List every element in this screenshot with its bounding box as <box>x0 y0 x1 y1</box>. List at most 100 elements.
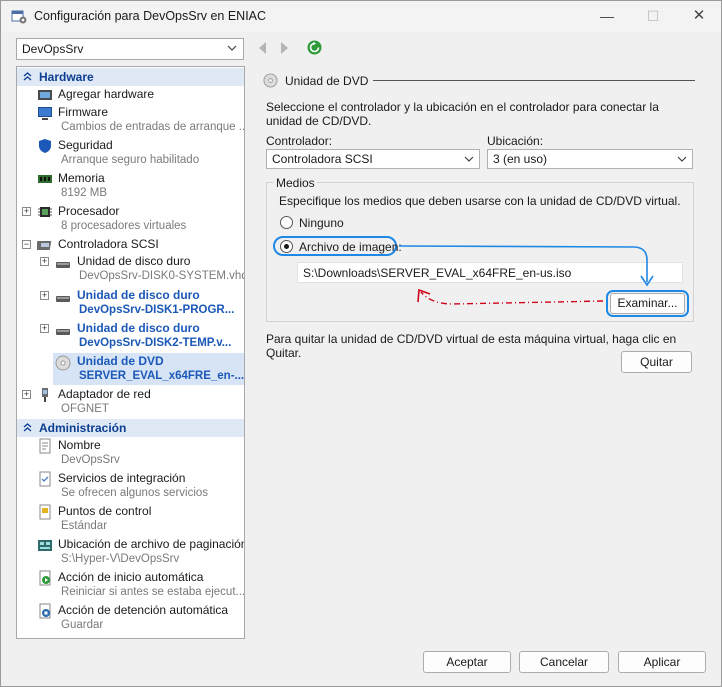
tree-item-detail: SERVER_EVAL_x64FRE_en-... <box>79 370 245 382</box>
location-label: Ubicación: <box>487 134 544 148</box>
hard-disk-icon <box>56 329 70 335</box>
processor-icon <box>38 207 52 217</box>
chevron-down-icon <box>227 45 237 51</box>
chevron-down-icon <box>464 156 474 162</box>
scsi-controller-icon <box>37 241 52 250</box>
media-legend: Medios <box>274 176 317 190</box>
expand-icon[interactable]: + <box>40 291 49 300</box>
chevron-down-icon <box>677 156 687 162</box>
tree-item-firmware[interactable]: Firmware Cambios de entradas de arranque… <box>17 104 244 134</box>
firmware-icon <box>38 107 52 120</box>
tree-item-label: Puntos de control <box>58 504 152 518</box>
tree-item-detail: 8192 MB <box>61 187 108 199</box>
tree-item-label: Ubicación de archivo de paginación ... <box>58 537 245 551</box>
radio-image-file-label[interactable]: Archivo de imagen: <box>299 240 402 254</box>
tree-item-label: Memoria <box>58 171 105 185</box>
tree-item-paging-file-location[interactable]: Ubicación de archivo de paginación ... S… <box>17 536 244 566</box>
tree-item-processor[interactable]: + Procesador 8 procesadores virtuales <box>17 203 244 233</box>
collapse-icon[interactable]: − <box>22 240 31 249</box>
radio-none[interactable] <box>280 216 293 229</box>
cancel-button[interactable]: Cancelar <box>519 651 609 673</box>
group-divider <box>373 80 695 81</box>
accept-button[interactable]: Aceptar <box>423 651 511 673</box>
tree-item-label: Controladora SCSI <box>58 237 159 251</box>
tree-item-dvd-drive[interactable]: Unidad de DVD SERVER_EVAL_x64FRE_en-... <box>53 353 244 385</box>
tree-item-integration-services[interactable]: Servicios de integración Se ofrecen algu… <box>17 470 244 500</box>
vm-select[interactable]: DevOpsSrv <box>16 38 244 60</box>
tree-item-detail: Cambios de entradas de arranque ... <box>61 121 245 133</box>
collapse-icon[interactable] <box>22 71 33 82</box>
dvd-disc-icon <box>55 355 71 371</box>
media-description: Especifique los medios que deben usarse … <box>279 194 681 208</box>
memory-icon <box>38 175 52 183</box>
dvd-disc-icon <box>263 73 278 88</box>
window-title: Configuración para DevOpsSrv en ENIAC <box>34 9 267 23</box>
radio-none-label[interactable]: Ninguno <box>299 216 344 230</box>
tree-item-label: Firmware <box>58 105 108 119</box>
tree-item-label: Seguridad <box>58 138 113 152</box>
admin-section-header[interactable]: Administración <box>17 419 244 437</box>
browse-button[interactable]: Examinar... <box>610 293 685 314</box>
controller-label: Controlador: <box>266 134 333 148</box>
expand-icon[interactable]: + <box>22 207 31 216</box>
close-button[interactable]: ✕ <box>676 1 722 32</box>
admin-section-label: Administración <box>39 421 127 435</box>
quit-button[interactable]: Quitar <box>621 351 692 373</box>
tree-item-auto-stop-action[interactable]: Acción de detención automática Guardar <box>17 602 244 632</box>
tree-item-label: Unidad de disco duro <box>77 288 200 302</box>
refresh-icon[interactable] <box>307 40 322 55</box>
checkpoints-icon <box>39 504 51 520</box>
tree-item-auto-start-action[interactable]: Acción de inicio automática Reiniciar si… <box>17 569 244 599</box>
tree-item-detail: S:\Hyper-V\DevOpsSrv <box>61 553 180 565</box>
tree-item-label: Acción de detención automática <box>58 603 229 617</box>
settings-app-icon <box>11 10 27 24</box>
tree-item-security[interactable]: Seguridad Arranque seguro habilitado <box>17 137 244 167</box>
expand-icon[interactable]: + <box>22 390 31 399</box>
controller-select[interactable]: Controladora SCSI <box>266 149 480 169</box>
location-select[interactable]: 3 (en uso) <box>487 149 693 169</box>
hard-disk-icon <box>56 262 70 268</box>
maximize-button[interactable]: ☐ <box>630 1 676 32</box>
tree-item-detail: Reiniciar si antes se estaba ejecut... <box>61 586 245 598</box>
tree-item-detail: OFGNET <box>61 403 109 415</box>
settings-window: Configuración para DevOpsSrv en ENIAC — … <box>0 0 722 687</box>
settings-tree: Hardware Agregar hardware Firmware Cambi… <box>16 66 245 639</box>
auto-start-icon <box>39 570 51 586</box>
tree-item-hard-disk-0[interactable]: + Unidad de disco duro DevOpsSrv-DISK0-S… <box>17 253 244 283</box>
tree-item-detail: Guardar <box>61 619 104 631</box>
tree-item-detail: Estándar <box>61 520 108 532</box>
tree-item-hard-disk-2[interactable]: + Unidad de disco duro DevOpsSrv-DISK2-T… <box>17 320 244 350</box>
tree-item-hard-disk-1[interactable]: + Unidad de disco duro DevOpsSrv-DISK1-P… <box>17 287 244 317</box>
tree-item-label: Acción de inicio automática <box>58 570 204 584</box>
image-path-input[interactable]: S:\Downloads\SERVER_EVAL_x64FRE_en-us.is… <box>297 262 683 283</box>
tree-item-detail: Arranque seguro habilitado <box>61 154 200 166</box>
tree-item-label: Servicios de integración <box>58 471 186 485</box>
tree-item-name[interactable]: Nombre DevOpsSrv <box>17 437 244 467</box>
tree-item-detail: DevOpsSrv-DISK2-TEMP.v... <box>79 337 232 349</box>
vm-select-value: DevOpsSrv <box>22 42 84 56</box>
tree-item-network-adapter[interactable]: + Adaptador de red OFGNET <box>17 386 244 416</box>
forward-arrow-icon[interactable] <box>280 41 290 55</box>
add-hardware-icon <box>38 90 52 100</box>
tree-item-label: Unidad de DVD <box>77 354 164 368</box>
hardware-section-header[interactable]: Hardware <box>17 68 244 86</box>
tree-item-label: Unidad de disco duro <box>77 254 191 268</box>
location-select-value: 3 (en uso) <box>493 152 548 166</box>
minimize-button[interactable]: — <box>584 1 630 32</box>
tree-item-detail: DevOpsSrv-DISK1-PROGR... <box>79 304 235 316</box>
back-arrow-icon[interactable] <box>257 41 267 55</box>
auto-stop-icon <box>39 603 51 619</box>
expand-icon[interactable]: + <box>40 324 49 333</box>
collapse-icon[interactable] <box>22 422 33 433</box>
apply-button[interactable]: Aplicar <box>618 651 706 673</box>
tree-item-memory[interactable]: Memoria 8192 MB <box>17 170 244 200</box>
controller-select-value: Controladora SCSI <box>272 152 373 166</box>
title-bar: Configuración para DevOpsSrv en ENIAC — … <box>1 1 721 32</box>
network-adapter-icon <box>42 388 48 402</box>
tree-item-label: Unidad de disco duro <box>77 321 200 335</box>
hard-disk-icon <box>56 296 70 302</box>
expand-icon[interactable]: + <box>40 257 49 266</box>
radio-image-file[interactable] <box>280 240 293 253</box>
tree-item-detail: DevOpsSrv <box>61 454 120 466</box>
tree-item-checkpoints[interactable]: Puntos de control Estándar <box>17 503 244 533</box>
